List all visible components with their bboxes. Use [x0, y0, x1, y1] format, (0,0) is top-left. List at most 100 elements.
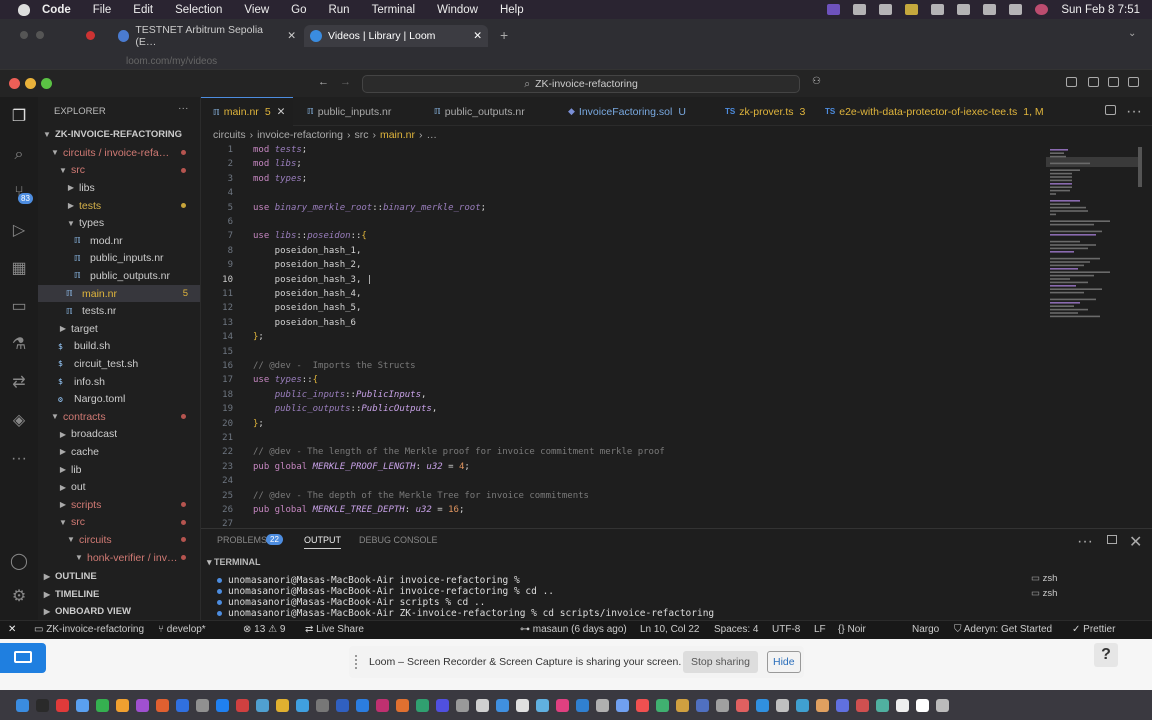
- file-tree-item[interactable]: ▼ honk-verifier / inv…: [38, 549, 200, 567]
- code-line[interactable]: use binary_merkle_root::binary_merkle_ro…: [253, 203, 486, 213]
- breadcrumb-item[interactable]: main.nr: [380, 129, 415, 141]
- browser-tab-loom[interactable]: Videos | Library | Loom ✕: [304, 25, 488, 47]
- code-line[interactable]: public_outputs::PublicOutputs,: [253, 404, 438, 414]
- menu-selection[interactable]: Selection: [175, 4, 222, 16]
- status-prettier[interactable]: ✓ Prettier: [1072, 624, 1115, 635]
- menu-code[interactable]: Code: [42, 4, 71, 16]
- code-line[interactable]: mod libs;: [253, 159, 302, 169]
- status-indentation[interactable]: Spaces: 4: [714, 624, 758, 635]
- drag-handle-icon[interactable]: [355, 655, 363, 669]
- chevron-down-icon[interactable]: ⌄: [1128, 28, 1136, 39]
- dock-app-icon[interactable]: [556, 698, 569, 712]
- search-icon[interactable]: [983, 4, 997, 15]
- code-editor[interactable]: 1 mod tests; 2 mod libs; 3 mod types; 4 5 use bi…: [201, 143, 1041, 529]
- dock-app-icon[interactable]: [116, 698, 129, 712]
- toggle-secondary-sidebar-icon[interactable]: [1108, 77, 1119, 87]
- code-line[interactable]: pub global MERKLE_TREE_DEPTH: u32 = 16;: [253, 505, 464, 515]
- file-tree-item[interactable]: $ build.sh: [38, 338, 200, 356]
- window-minimize-icon[interactable]: [25, 78, 36, 89]
- dock-app-icon[interactable]: [916, 698, 929, 712]
- status-live-share[interactable]: ⇄ Live Share: [305, 624, 364, 635]
- close-icon[interactable]: ✕: [473, 30, 482, 42]
- dock-app-icon[interactable]: [256, 698, 269, 712]
- code-line[interactable]: public_inputs::PublicInputs,: [253, 390, 427, 400]
- dock-app-icon[interactable]: [816, 698, 829, 712]
- file-tree-item[interactable]: ℿmain.nr 5: [38, 284, 200, 303]
- dock-app-icon[interactable]: [396, 698, 409, 712]
- dock-app-icon[interactable]: [36, 698, 49, 712]
- help-icon[interactable]: ?: [1094, 643, 1118, 667]
- dock-app-icon[interactable]: [376, 698, 389, 712]
- code-line[interactable]: // @dev - The depth of the Merkle Tree f…: [253, 491, 589, 501]
- onboard-view-section[interactable]: ▶ ONBOARD VIEW: [38, 603, 200, 621]
- dock-app-icon[interactable]: [596, 698, 609, 712]
- dock-app-icon[interactable]: [436, 698, 449, 712]
- app-status-icon[interactable]: [853, 4, 867, 15]
- breadcrumb-item[interactable]: invoice-refactoring: [257, 129, 343, 141]
- apple-icon[interactable]: [18, 3, 30, 16]
- browser-close-icon[interactable]: [20, 31, 28, 39]
- tab-output[interactable]: OUTPUT: [304, 535, 341, 549]
- dock-app-icon[interactable]: [676, 698, 689, 712]
- new-tab-icon[interactable]: +: [500, 27, 508, 43]
- more-icon[interactable]: ···: [9, 449, 29, 469]
- control-center-icon[interactable]: [1009, 4, 1023, 15]
- file-tree-item[interactable]: ▶ out: [38, 478, 200, 496]
- dock-app-icon[interactable]: [476, 698, 489, 712]
- screen-record-icon[interactable]: [827, 4, 841, 15]
- dock-app-icon[interactable]: [196, 698, 209, 712]
- dock-app-icon[interactable]: [96, 698, 109, 712]
- tab-main-nr[interactable]: ℿ main.nr 5 ✕: [201, 97, 294, 126]
- dock-app-icon[interactable]: [636, 698, 649, 712]
- remote-icon[interactable]: ✕: [8, 624, 16, 635]
- bluetooth-icon[interactable]: [879, 4, 893, 15]
- dock-app-icon[interactable]: [936, 698, 949, 712]
- status-problems[interactable]: ⊗ 13 ⚠ 9: [243, 624, 285, 635]
- menu-edit[interactable]: Edit: [133, 4, 153, 16]
- dock-app-icon[interactable]: [176, 698, 189, 712]
- dock-app-icon[interactable]: [456, 698, 469, 712]
- code-line[interactable]: poseidon_hash_6: [253, 318, 356, 328]
- menu-run[interactable]: Run: [328, 4, 349, 16]
- code-line[interactable]: poseidon_hash_1,: [253, 246, 362, 256]
- hide-button[interactable]: Hide: [767, 651, 801, 673]
- breadcrumb-item[interactable]: src: [354, 129, 368, 141]
- settings-gear-icon[interactable]: ⚙: [9, 587, 29, 607]
- dock-app-icon[interactable]: [76, 698, 89, 712]
- code-line[interactable]: };: [253, 419, 264, 429]
- file-tree-item[interactable]: $ info.sh: [38, 373, 200, 391]
- dock-app-icon[interactable]: [576, 698, 589, 712]
- breadcrumb-item[interactable]: …: [426, 129, 437, 141]
- file-tree-item[interactable]: ▼ circuits: [38, 531, 200, 549]
- code-line[interactable]: poseidon_hash_5,: [253, 303, 362, 313]
- search-icon[interactable]: ⌕: [9, 145, 29, 165]
- dock-app-icon[interactable]: [896, 698, 909, 712]
- status-eol[interactable]: LF: [814, 624, 826, 635]
- terminal-header[interactable]: ▾ TERMINAL: [207, 557, 261, 568]
- file-tree-item[interactable]: ▶ scripts: [38, 496, 200, 514]
- dock-app-icon[interactable]: [216, 698, 229, 712]
- testing-icon[interactable]: ⚗: [9, 335, 29, 355]
- menu-window[interactable]: Window: [437, 4, 478, 16]
- maximize-panel-icon[interactable]: [1107, 535, 1117, 544]
- tab-invoice-factoring-sol[interactable]: ◆ InvoiceFactoring.sol U: [568, 97, 686, 126]
- dock-app-icon[interactable]: [776, 698, 789, 712]
- live-share-icon[interactable]: ⇄: [9, 373, 29, 393]
- explorer-icon[interactable]: ❐: [9, 107, 29, 127]
- dock-app-icon[interactable]: [56, 698, 69, 712]
- menu-view[interactable]: View: [244, 4, 269, 16]
- code-line[interactable]: mod tests;: [253, 145, 307, 155]
- explorer-root-folder[interactable]: ▼ ZK-INVOICE-REFACTORING: [38, 126, 200, 144]
- file-tree-item[interactable]: ▶ tests: [38, 197, 200, 215]
- gitlens-icon[interactable]: ◈: [9, 411, 29, 431]
- code-line[interactable]: // @dev - Imports the Structs: [253, 361, 416, 371]
- menu-help[interactable]: Help: [500, 4, 524, 16]
- dock-app-icon[interactable]: [656, 698, 669, 712]
- close-icon[interactable]: ✕: [277, 106, 286, 118]
- input-source-icon[interactable]: [931, 4, 945, 15]
- file-tree-item[interactable]: ⚙ Nargo.toml: [38, 390, 200, 408]
- status-encoding[interactable]: UTF-8: [772, 624, 800, 635]
- minimap[interactable]: [1046, 143, 1142, 524]
- account-icon[interactable]: ◯: [9, 552, 29, 572]
- tab-public-inputs[interactable]: ℿ public_inputs.nr: [307, 97, 391, 126]
